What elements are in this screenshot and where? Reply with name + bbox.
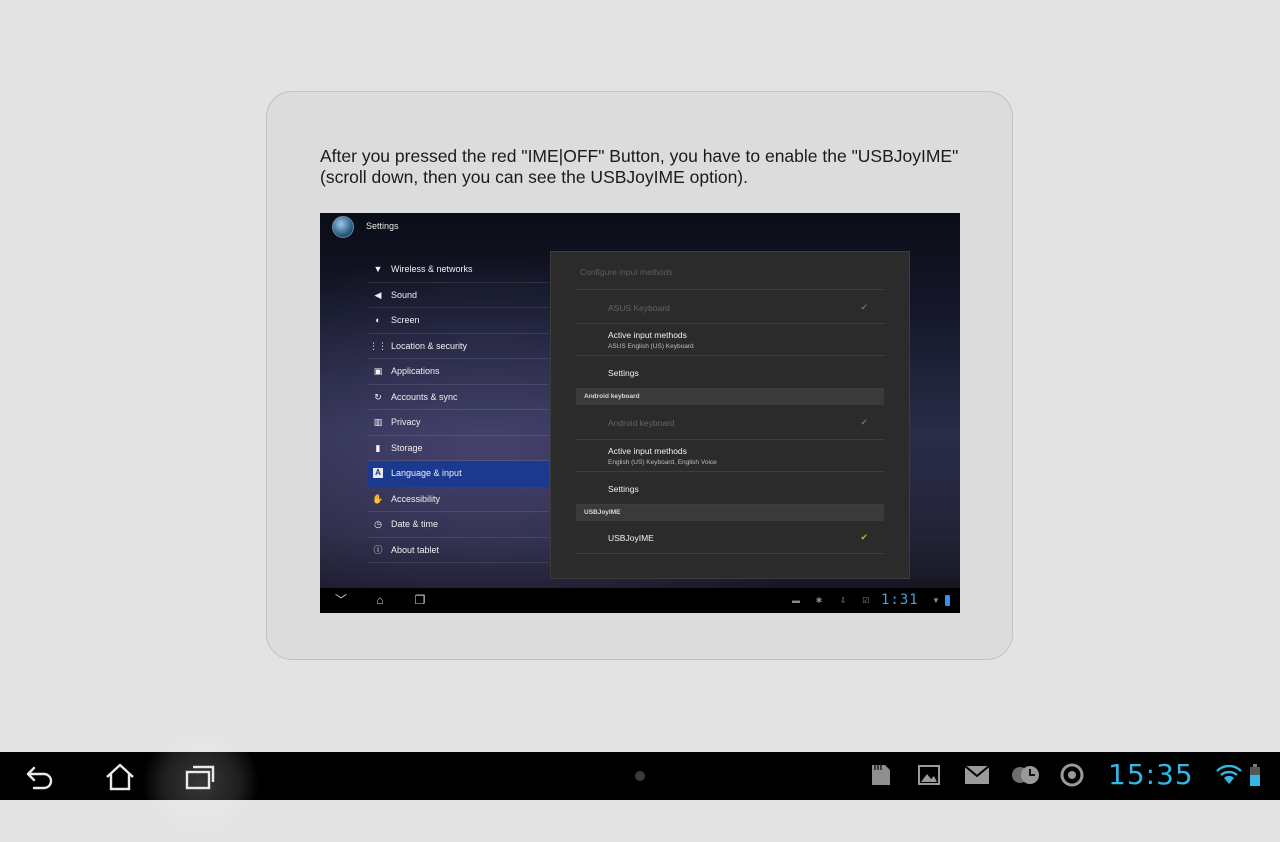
applications-icon: ▣ — [373, 366, 383, 377]
section-android-keyboard: Android keyboard — [576, 389, 884, 405]
wifi-icon[interactable] — [1216, 762, 1242, 788]
clock-icon: ◷ — [374, 519, 382, 530]
speaker-icon: ◀ — [374, 289, 382, 300]
nav-label: Wireless & networks — [391, 264, 473, 275]
settings-header: Settings — [320, 213, 960, 241]
nav-item-location: ⋮⋮ Location & security — [368, 334, 549, 359]
grid-icon: ⋮⋮ — [369, 340, 387, 351]
nav-item-sound: ◀ Sound — [368, 283, 549, 308]
nav-label: Screen — [391, 315, 420, 326]
wifi-icon: ▼ — [373, 264, 383, 275]
check-icon: ✔ — [860, 302, 868, 312]
nav-item-about: ⓘ About tablet — [368, 538, 549, 563]
alarm-clock-icon[interactable] — [1010, 762, 1042, 788]
nav-label: Date & time — [391, 519, 439, 530]
download-icon: ⇩ — [839, 596, 847, 605]
gallery-icon[interactable] — [916, 762, 942, 788]
nav-item-privacy: ▥ Privacy — [368, 410, 549, 436]
nav-item-wireless: ▼ Wireless & networks — [368, 257, 549, 283]
nav-item-screen: ◐ Screen — [368, 308, 549, 334]
privacy-icon: ▥ — [373, 417, 383, 428]
row-label: Android keyboard — [608, 418, 675, 428]
hand-icon: ✋ — [372, 493, 384, 504]
settings-app-icon — [332, 216, 354, 238]
nav-label: Storage — [391, 442, 423, 453]
signal-icon: ▼ — [932, 596, 940, 605]
gmail-icon[interactable] — [964, 762, 990, 788]
battery-icon[interactable] — [1246, 762, 1264, 788]
usb-debug-icon: ✱ — [815, 596, 823, 605]
row-usbjoyime: USBJoyIME ✔ — [576, 521, 884, 554]
recent-apps-icon — [185, 765, 215, 790]
row-label: Active input methods — [608, 330, 687, 340]
nav-label: About tablet — [391, 544, 440, 555]
section-label: Android keyboard — [584, 393, 640, 400]
nav-label: Accessibility — [391, 493, 441, 504]
row-label: Settings — [608, 484, 639, 494]
section-label: USBJoyIME — [584, 509, 621, 516]
info-icon: ⓘ — [373, 544, 383, 555]
nav-label: Applications — [391, 366, 440, 377]
settings-screenshot: Settings ▼ Wireless & networks ◀ Sound ◐… — [320, 213, 960, 613]
home-icon: ⌂ — [376, 593, 384, 607]
clipboard-icon: ☑ — [862, 596, 870, 605]
brightness-icon: ◐ — [375, 315, 381, 326]
nav-item-datetime: ◷ Date & time — [368, 512, 549, 538]
settings-title: Settings — [366, 221, 399, 231]
keyboard-a-icon: A — [373, 468, 383, 479]
nav-item-language: A Language & input — [368, 461, 549, 487]
sd-card-icon[interactable] — [868, 762, 894, 788]
screenshot-clock: 1:31 — [881, 592, 919, 608]
section-usbjoyime: USBJoyIME — [576, 505, 884, 521]
row-active-input-methods-2: Active input methods English (US) Keyboa… — [576, 440, 884, 472]
nav-label: Privacy — [391, 417, 421, 428]
row-label: Settings — [608, 368, 639, 378]
battery-icon — [945, 595, 950, 606]
page-indicator-dot — [635, 771, 645, 781]
row-settings-1: Settings — [576, 356, 884, 389]
screenshot-system-bar: ﹀ ⌂ ❐ ▬ ✱ ⇩ ☑ 1:31 ▼ — [320, 588, 960, 613]
settings-nav: ▼ Wireless & networks ◀ Sound ◐ Screen ⋮… — [368, 257, 549, 563]
nav-item-storage: ▮ Storage — [368, 436, 549, 461]
nav-label: Language & input — [391, 468, 462, 479]
row-label: ASUS Keyboard — [608, 303, 670, 313]
status-bar-clock[interactable]: 15:35 — [1108, 759, 1194, 791]
storage-icon: ▮ — [375, 442, 381, 453]
nav-item-applications: ▣ Applications — [368, 359, 549, 385]
row-label: Active input methods — [608, 446, 687, 456]
instruction-line-2: (scroll down, then you can see the USBJo… — [320, 167, 748, 187]
back-icon — [26, 766, 53, 790]
nav-item-accounts: ↻ Accounts & sync — [368, 385, 549, 410]
nav-label: Accounts & sync — [391, 391, 458, 402]
row-active-input-methods-1: Active input methods ASUS English (US) K… — [576, 324, 884, 356]
check-icon: ✔ — [860, 417, 868, 427]
home-button[interactable] — [102, 762, 138, 792]
input-methods-panel: Configure input methods ASUS Keyboard ✔ … — [550, 251, 910, 579]
instruction-text: After you pressed the red "IME|OFF" Butt… — [320, 146, 970, 188]
row-asus-keyboard: ASUS Keyboard ✔ — [576, 289, 884, 324]
sync-status-icon[interactable] — [1059, 762, 1085, 788]
back-button[interactable] — [22, 762, 58, 792]
row-sublabel: English (US) Keyboard, English Voice — [608, 459, 717, 466]
recent-apps-icon: ❐ — [414, 593, 426, 607]
row-settings-2: Settings — [576, 472, 884, 505]
nav-label: Sound — [391, 289, 418, 300]
panel-title: Configure input methods — [580, 267, 673, 277]
nav-item-accessibility: ✋ Accessibility — [368, 487, 549, 512]
chevron-down-icon: ﹀ — [334, 593, 347, 607]
row-android-keyboard: Android keyboard ✔ — [576, 405, 884, 440]
row-sublabel: ASUS English (US) Keyboard — [608, 343, 694, 350]
nav-label: Location & security — [391, 340, 468, 351]
sync-icon: ↻ — [374, 391, 382, 402]
row-label: USBJoyIME — [608, 533, 654, 543]
recent-apps-button[interactable] — [182, 762, 218, 792]
instruction-line-1: After you pressed the red "IME|OFF" Butt… — [320, 146, 959, 166]
home-icon — [106, 763, 134, 791]
check-icon: ✔ — [860, 532, 868, 542]
usb-icon: ▬ — [792, 596, 800, 605]
